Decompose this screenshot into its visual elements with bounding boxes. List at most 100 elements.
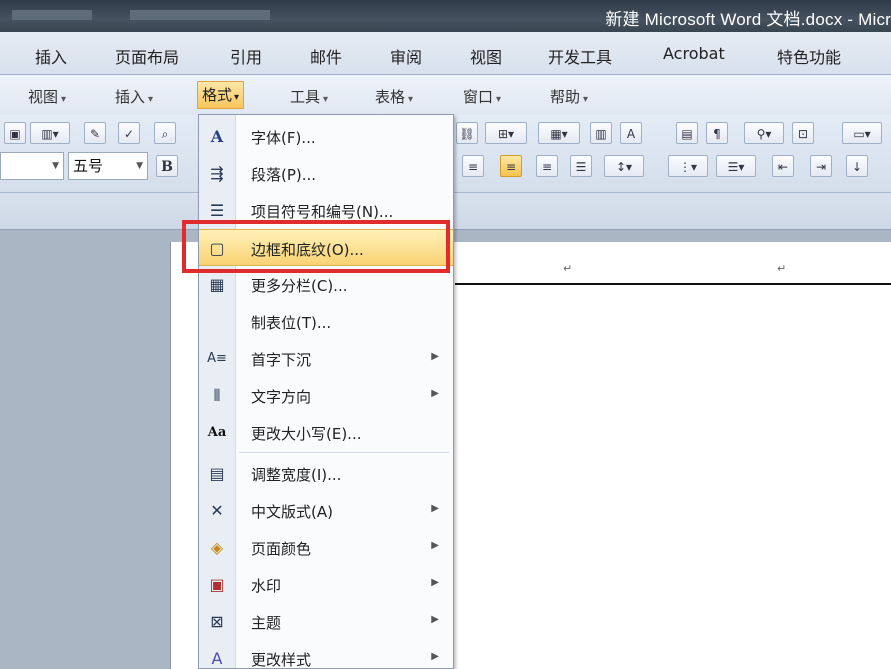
menu-format[interactable]: 格式 ▾ bbox=[197, 81, 245, 109]
bullets-numbering-icon: ☰ bbox=[209, 201, 225, 220]
menu-item-watermark[interactable]: ▣ 水印 ▶ bbox=[199, 566, 453, 603]
tab-review[interactable]: 审阅 bbox=[390, 44, 422, 68]
menu-item-change-case[interactable]: Aa 更改大小写(E)... bbox=[199, 414, 453, 451]
insert-excel-table-icon[interactable]: ▦▾ bbox=[538, 122, 580, 144]
align-center-icon[interactable]: ≡ bbox=[500, 155, 522, 177]
sort-icon[interactable]: ↓ bbox=[846, 155, 868, 177]
bold-button[interactable]: B bbox=[156, 155, 178, 177]
font-size-value: 五号 bbox=[73, 157, 104, 175]
tab-special-features[interactable]: 特色功能 bbox=[777, 44, 841, 68]
read-mode-icon[interactable]: ▥▾ bbox=[30, 122, 70, 144]
font-A-icon: A bbox=[210, 127, 224, 146]
menu-item-theme[interactable]: ⊠ 主题 ▶ bbox=[199, 603, 453, 640]
decrease-indent-icon[interactable]: ⇤ bbox=[772, 155, 794, 177]
menu-item-label: 主题 bbox=[251, 614, 282, 632]
tab-references[interactable]: 引用 bbox=[230, 44, 262, 68]
menu-item-label: 更改大小写(E)... bbox=[251, 425, 362, 443]
research-icon[interactable]: ✎ bbox=[84, 122, 106, 144]
tab-view[interactable]: 视图 bbox=[470, 44, 502, 68]
format-menu: A 字体(F)... ⇶ 段落(P)... ☰ 项目符号和编号(N)... ▢ … bbox=[198, 114, 454, 669]
tab-acrobat[interactable]: Acrobat bbox=[663, 44, 725, 63]
menu-item-label: 页面颜色 bbox=[251, 540, 312, 558]
columns-icon: ▦ bbox=[209, 275, 225, 294]
line-spacing-icon[interactable]: ↕▾ bbox=[604, 155, 644, 177]
increase-indent-icon[interactable]: ⇥ bbox=[810, 155, 832, 177]
menu-item-label: 段落(P)... bbox=[251, 166, 317, 184]
drawing-icon[interactable]: A bbox=[620, 122, 642, 144]
show-formatting-icon[interactable]: ¶ bbox=[706, 122, 728, 144]
print-preview-icon[interactable]: ▣ bbox=[4, 122, 26, 144]
menu-insert-label: 插入 bbox=[115, 88, 146, 106]
menu-window[interactable]: 窗口 ▾ bbox=[463, 86, 501, 107]
align-left-icon[interactable]: ≡ bbox=[462, 155, 484, 177]
insert-table-icon[interactable]: ⊞▾ bbox=[485, 122, 527, 144]
menu-item-tabs[interactable]: 制表位(T)... bbox=[199, 303, 453, 340]
align-right-icon[interactable]: ≡ bbox=[536, 155, 558, 177]
asian-layout-icon: ✕ bbox=[210, 501, 224, 520]
hyperlink-icon[interactable]: ⛓ bbox=[456, 122, 478, 144]
menu-item-label: 制表位(T)... bbox=[251, 314, 332, 332]
menu-item-label: 字体(F)... bbox=[251, 129, 316, 147]
font-size-combo[interactable]: 五号 ▼ bbox=[68, 152, 148, 180]
chevron-down-icon: ▾ bbox=[61, 94, 67, 105]
document-border-line bbox=[455, 283, 891, 285]
spelling-icon[interactable]: ✓ bbox=[118, 122, 140, 144]
tab-page-layout[interactable]: 页面布局 bbox=[115, 44, 179, 68]
ribbon-tabs: 插入 页面布局 引用 邮件 审阅 视图 开发工具 Acrobat 特色功能 bbox=[0, 32, 891, 75]
menu-item-adjust-width[interactable]: ▤ 调整宽度(I)... bbox=[199, 455, 453, 492]
chevron-down-icon: ▾ bbox=[408, 94, 414, 105]
tab-developer[interactable]: 开发工具 bbox=[548, 44, 612, 68]
menu-item-drop-cap[interactable]: A≡ 首字下沉 ▶ bbox=[199, 340, 453, 377]
menu-separator bbox=[239, 452, 449, 453]
document-map-icon[interactable]: ▤ bbox=[676, 122, 698, 144]
bullets-icon[interactable]: ☰▾ bbox=[716, 155, 756, 177]
translate-icon[interactable]: ⌕ bbox=[154, 122, 176, 144]
menu-item-label: 调整宽度(I)... bbox=[251, 466, 342, 484]
menu-item-text-direction[interactable]: ⫴ 文字方向 ▶ bbox=[199, 377, 453, 414]
zoom-icon[interactable]: ⚲▾ bbox=[744, 122, 784, 144]
menu-view-label: 视图 bbox=[28, 88, 59, 106]
menu-item-asian-layout[interactable]: ✕ 中文版式(A) ▶ bbox=[199, 492, 453, 529]
menu-item-label: 中文版式(A) bbox=[251, 503, 333, 521]
change-case-icon: Aa bbox=[207, 425, 227, 440]
title-bar-blur bbox=[12, 10, 92, 20]
submenu-arrow-icon: ▶ bbox=[431, 577, 439, 588]
paragraph-mark-icon: ↵ bbox=[777, 262, 787, 275]
columns-icon[interactable]: ▥ bbox=[590, 122, 612, 144]
submenu-arrow-icon: ▶ bbox=[431, 388, 439, 399]
chevron-down-icon: ▼ bbox=[136, 161, 143, 171]
menu-table-label: 表格 bbox=[375, 88, 406, 106]
submenu-arrow-icon: ▶ bbox=[431, 614, 439, 625]
menu-help-label: 帮助 bbox=[550, 88, 581, 106]
menu-insert[interactable]: 插入 ▾ bbox=[115, 86, 153, 107]
submenu-arrow-icon: ▶ bbox=[431, 651, 439, 662]
menu-view[interactable]: 视图 ▾ bbox=[28, 86, 66, 107]
numbering-icon[interactable]: ⋮▾ bbox=[668, 155, 708, 177]
chevron-down-icon: ▾ bbox=[496, 94, 502, 105]
folder-icon[interactable]: ▭▾ bbox=[842, 122, 882, 144]
menu-item-change-styles[interactable]: A 更改样式 ▶ bbox=[199, 640, 453, 669]
change-styles-icon: A bbox=[211, 649, 223, 668]
menu-item-font[interactable]: A 字体(F)... bbox=[199, 118, 453, 155]
menu-help[interactable]: 帮助 ▾ bbox=[550, 86, 588, 107]
chevron-down-icon: ▾ bbox=[583, 94, 589, 105]
justify-icon[interactable]: ☰ bbox=[570, 155, 592, 177]
full-screen-icon[interactable]: ⊡ bbox=[792, 122, 814, 144]
menu-item-label: 更改样式 bbox=[251, 651, 312, 669]
chevron-down-icon: ▼ bbox=[52, 161, 59, 171]
tab-insert[interactable]: 插入 bbox=[35, 44, 67, 68]
menu-item-paragraph[interactable]: ⇶ 段落(P)... bbox=[199, 155, 453, 192]
window-title: 新建 Microsoft Word 文档.docx - Micr bbox=[605, 10, 891, 29]
drop-cap-icon: A≡ bbox=[207, 351, 227, 366]
tab-mailings[interactable]: 邮件 bbox=[310, 44, 342, 68]
menu-tools[interactable]: 工具 ▾ bbox=[290, 86, 328, 107]
highlight-annotation-box bbox=[182, 220, 450, 273]
font-name-combo[interactable]: ▼ bbox=[0, 152, 64, 180]
title-bar: 新建 Microsoft Word 文档.docx - Micr bbox=[0, 0, 891, 32]
text-direction-icon: ⫴ bbox=[213, 386, 221, 405]
menu-item-label: 项目符号和编号(N)... bbox=[251, 203, 394, 221]
menu-table[interactable]: 表格 ▾ bbox=[375, 86, 413, 107]
theme-icon: ⊠ bbox=[210, 612, 224, 631]
menu-item-page-color[interactable]: ◈ 页面颜色 ▶ bbox=[199, 529, 453, 566]
submenu-arrow-icon: ▶ bbox=[431, 540, 439, 551]
